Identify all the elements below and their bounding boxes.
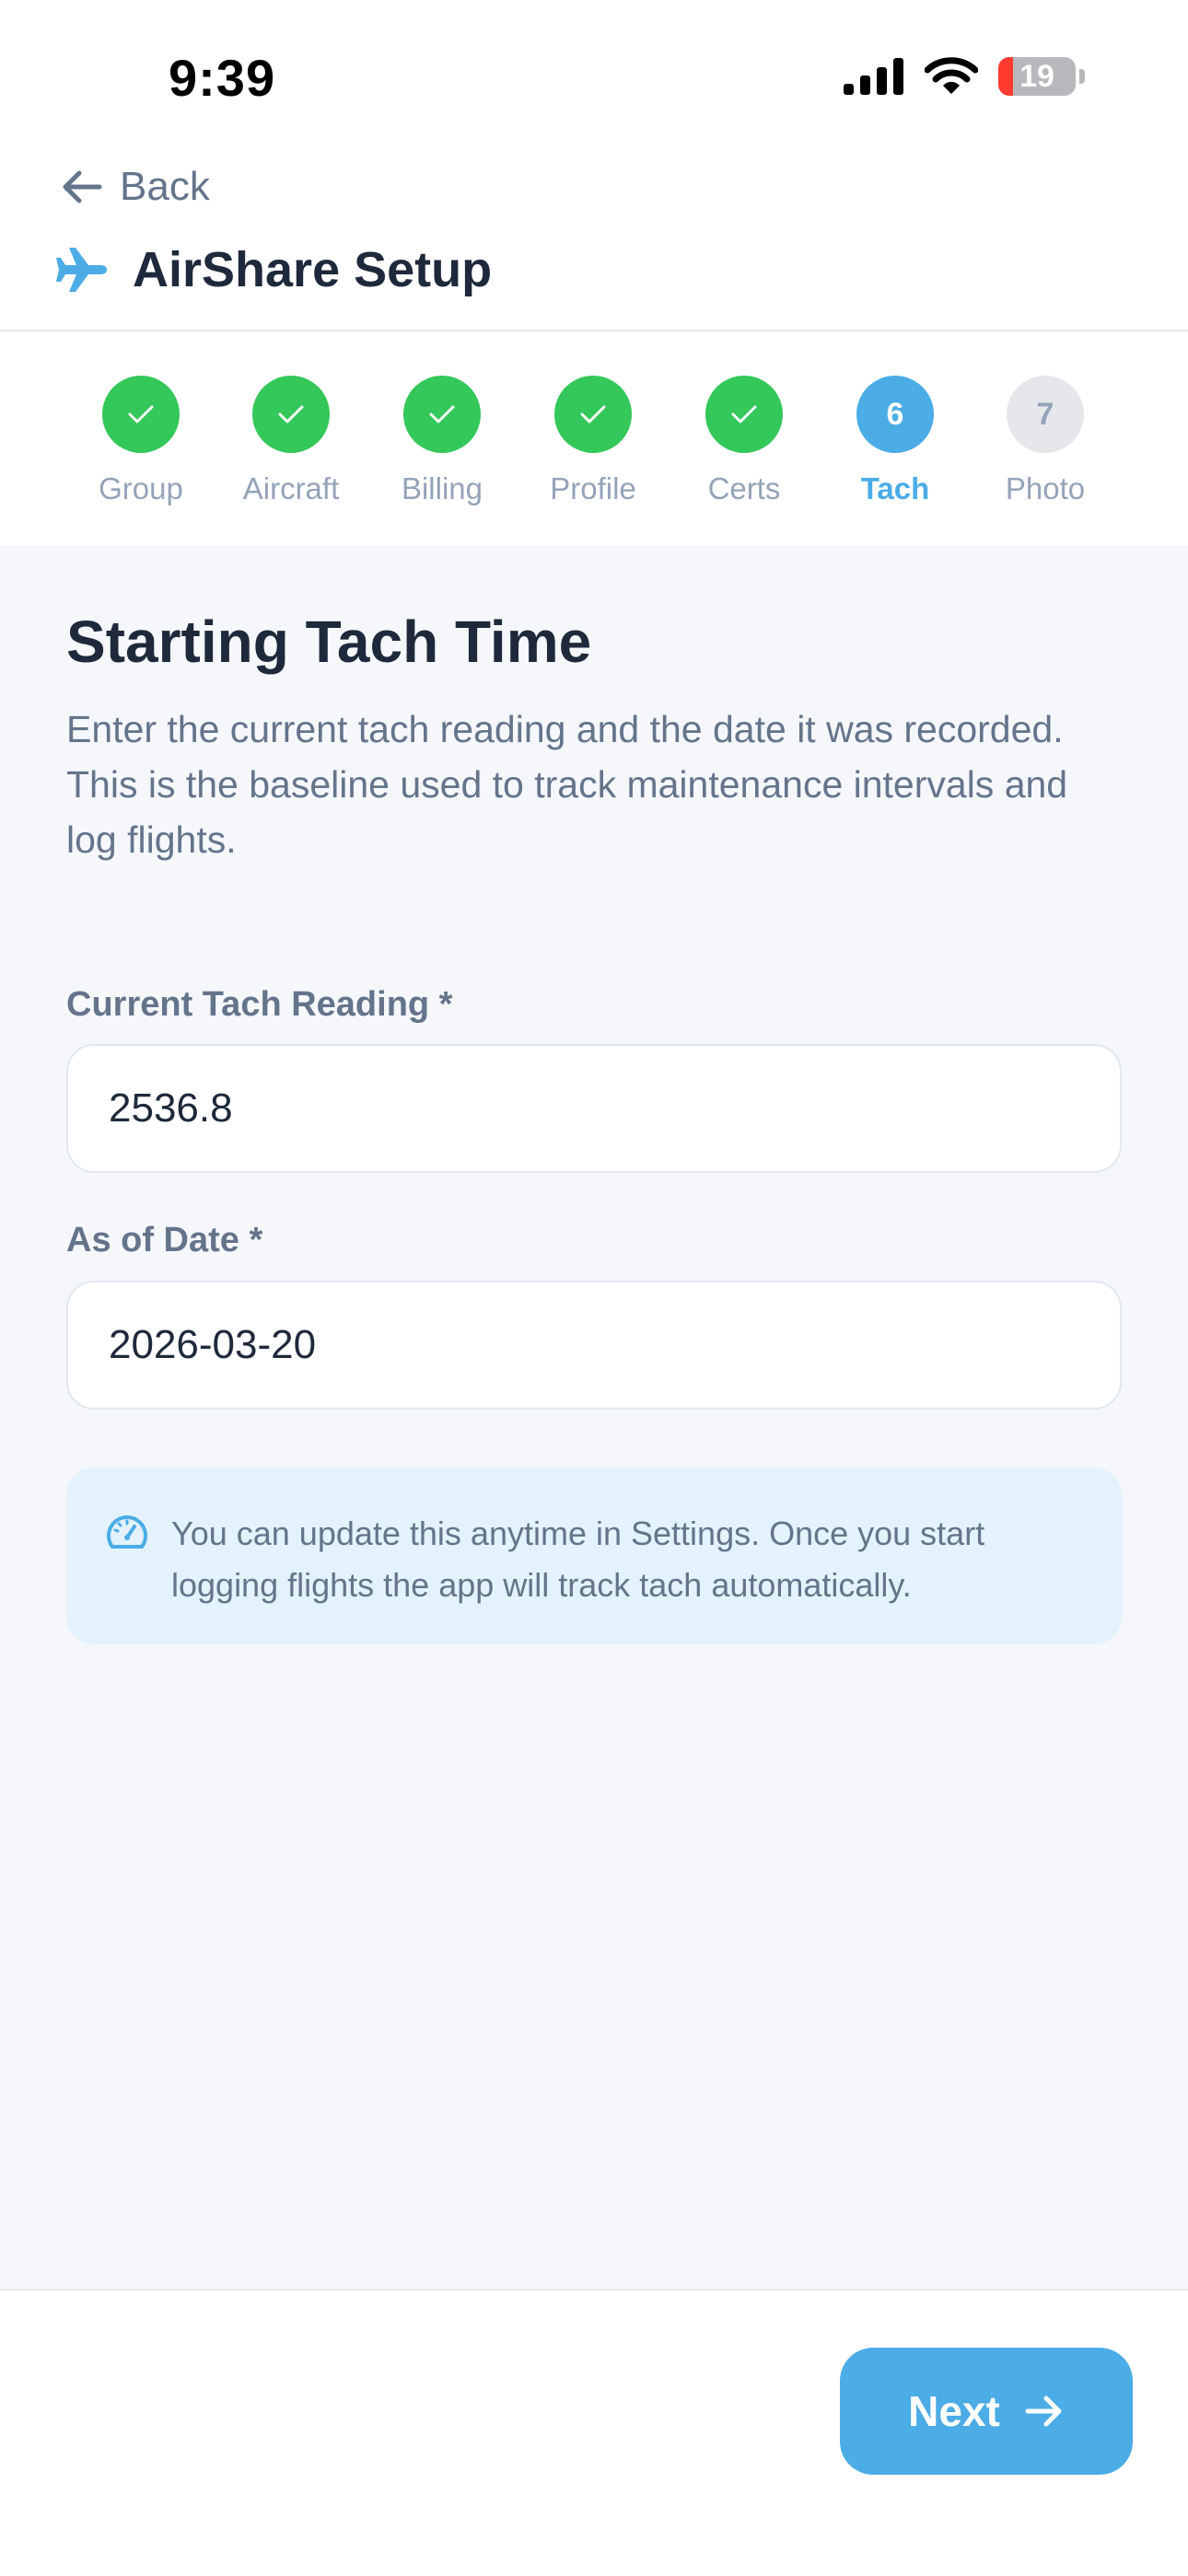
step-group[interactable]: Group	[81, 376, 201, 506]
page-description: Enter the current tach reading and the d…	[66, 708, 1068, 861]
step-photo[interactable]: 7 Photo	[985, 376, 1105, 506]
status-icons: 19	[844, 57, 1085, 96]
step-complete-check-icon	[554, 376, 632, 453]
app-header: AirShare Setup	[55, 241, 492, 298]
step-complete-check-icon	[102, 376, 180, 453]
as-of-date-input[interactable]: 2026-03-20	[66, 1281, 1122, 1410]
airplane-icon	[56, 248, 107, 292]
step-label: Group	[99, 471, 183, 505]
info-text: You can update this anytime in Settings.…	[171, 1514, 985, 1604]
arrow-right-icon	[1025, 2396, 1062, 2427]
wifi-icon	[925, 57, 978, 94]
next-label: Next	[908, 2387, 1000, 2435]
step-number: 6	[856, 376, 934, 453]
step-complete-check-icon	[252, 376, 330, 453]
cellular-signal-icon	[844, 58, 903, 95]
step-label: Profile	[550, 471, 636, 505]
status-time: 9:39	[169, 49, 276, 107]
page-title: Starting Tach Time	[66, 609, 592, 675]
step-label: Tach	[860, 471, 930, 505]
step-label: Certs	[707, 471, 781, 505]
step-complete-check-icon	[705, 376, 783, 453]
app-title: AirShare Setup	[133, 242, 493, 297]
footer-bar: Next	[0, 2289, 1188, 2576]
step-complete-check-icon	[403, 376, 481, 453]
step-label: Aircraft	[242, 471, 340, 505]
tach-reading-input[interactable]: 2536.8	[66, 1044, 1122, 1173]
info-callout: You can update this anytime in Settings.…	[66, 1468, 1122, 1644]
battery-icon: 19	[998, 57, 1076, 96]
battery-indicator: 19	[998, 57, 1085, 96]
step-number: 7	[1007, 376, 1084, 453]
next-button[interactable]: Next	[840, 2348, 1133, 2475]
tach-reading-label: Current Tach Reading *	[66, 985, 453, 1024]
arrow-left-icon	[63, 170, 102, 203]
setup-stepper: Group Aircraft Billing Profile Certs 6 T…	[0, 331, 1188, 545]
as-of-date-label: As of Date *	[66, 1221, 263, 1259]
back-label: Back	[120, 164, 210, 209]
step-certs[interactable]: Certs	[684, 376, 804, 506]
battery-level: 19	[1019, 58, 1054, 94]
step-profile[interactable]: Profile	[533, 376, 653, 506]
step-tach[interactable]: 6 Tach	[835, 376, 955, 506]
step-billing[interactable]: Billing	[382, 376, 502, 506]
back-button[interactable]: Back	[61, 164, 210, 210]
page-content: Starting Tach Time Enter the current tac…	[66, 608, 1122, 867]
gauge-icon	[107, 1515, 147, 1549]
step-label: Photo	[1005, 471, 1086, 505]
step-label: Billing	[401, 471, 483, 505]
step-aircraft[interactable]: Aircraft	[231, 376, 351, 506]
